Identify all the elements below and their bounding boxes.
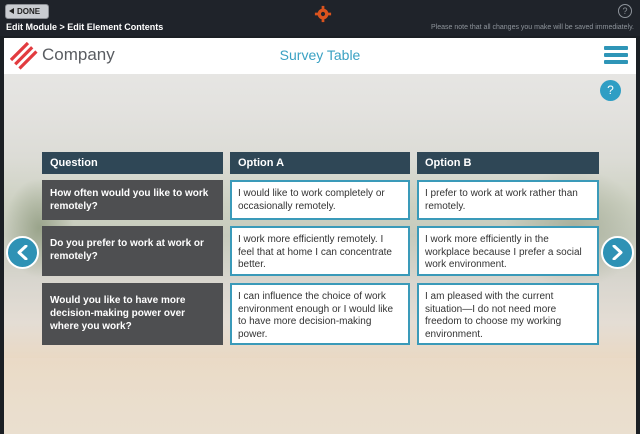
column-header-question: Question	[42, 152, 223, 174]
page-title: Survey Table	[279, 47, 361, 63]
previous-button[interactable]	[6, 236, 39, 269]
column-header-option-a: Option A	[230, 152, 410, 174]
help-icon[interactable]: ?	[600, 80, 621, 101]
chevron-left-icon	[17, 245, 28, 260]
gear-icon[interactable]	[314, 5, 332, 23]
editor-help-icon[interactable]: ?	[618, 4, 632, 18]
question-cell: Would you like to have more decision-mak…	[42, 283, 223, 345]
option-a-cell[interactable]: I would like to work completely or occas…	[230, 180, 410, 220]
next-button[interactable]	[601, 236, 634, 269]
save-notice: Please note that all changes you make wi…	[431, 24, 634, 31]
chevron-right-icon	[612, 245, 623, 260]
slide-header: Company Survey Table	[4, 38, 636, 74]
option-b-cell[interactable]: I prefer to work at work rather than rem…	[417, 180, 599, 220]
option-b-cell[interactable]: I am pleased with the current situation—…	[417, 283, 599, 345]
background-decor	[4, 358, 636, 434]
question-cell: Do you prefer to work at work or remotel…	[42, 226, 223, 276]
question-cell: How often would you like to work remotel…	[42, 180, 223, 220]
editor-toolbar: DONE Edit Module > Edit Element Contents…	[0, 0, 640, 36]
slide-stage: Company Survey Table ? Question Option A…	[4, 38, 636, 434]
done-button[interactable]: DONE	[5, 4, 49, 19]
option-a-cell[interactable]: I work more efficiently remotely. I feel…	[230, 226, 410, 276]
done-label: DONE	[17, 7, 41, 16]
breadcrumb: Edit Module > Edit Element Contents	[6, 22, 164, 32]
column-header-option-b: Option B	[417, 152, 599, 174]
back-arrow-icon	[9, 8, 14, 14]
option-a-cell[interactable]: I can influence the choice of work envir…	[230, 283, 410, 345]
option-b-cell[interactable]: I work more efficiently in the workplace…	[417, 226, 599, 276]
menu-icon[interactable]	[604, 46, 628, 66]
